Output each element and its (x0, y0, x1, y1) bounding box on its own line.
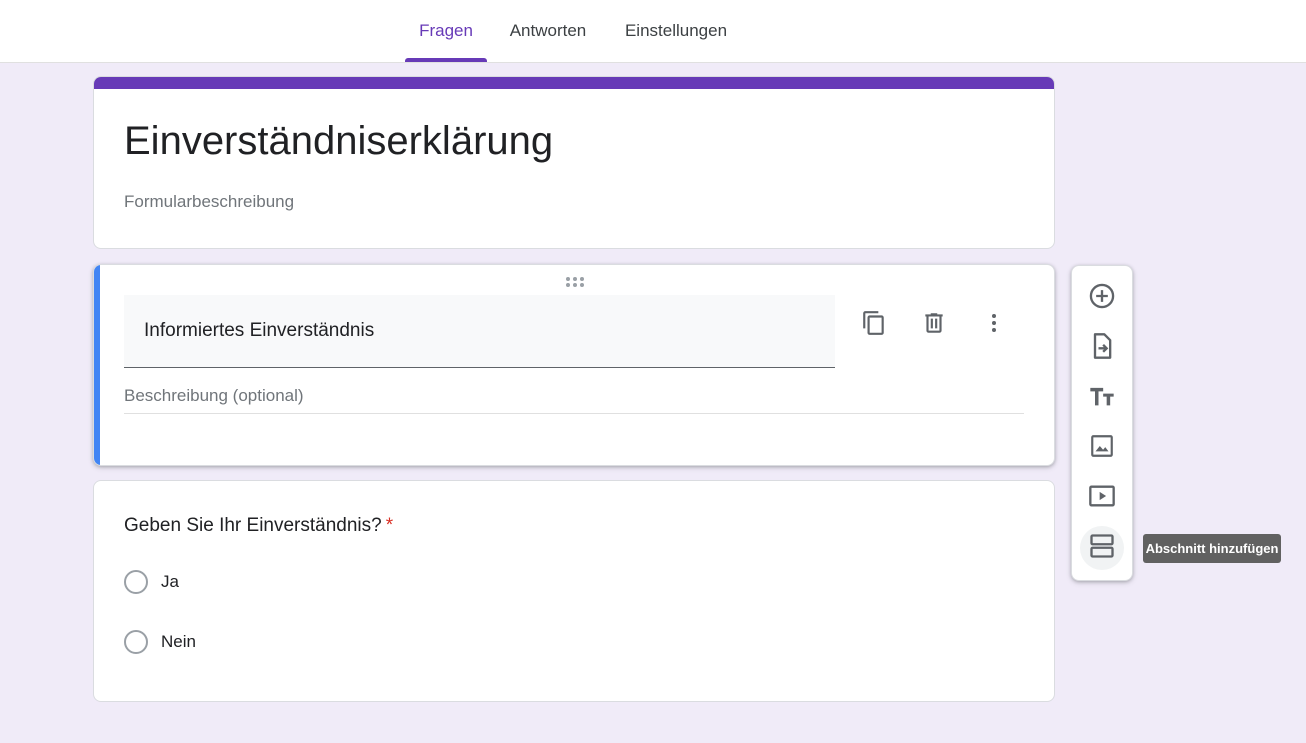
add-title-icon (1088, 382, 1116, 415)
form-title[interactable]: Einverständniserklärung (124, 117, 553, 165)
section-title-text: Informiertes Einverständnis (144, 320, 375, 341)
add-video-icon (1088, 482, 1116, 515)
option-label: Ja (161, 572, 179, 591)
add-video-button[interactable] (1082, 478, 1122, 518)
duplicate-icon (861, 310, 887, 341)
add-question-icon (1088, 282, 1116, 315)
add-title-button[interactable] (1082, 378, 1122, 418)
tooltip: Abschnitt hinzufügen (1143, 534, 1281, 563)
delete-icon (921, 310, 947, 341)
import-questions-button[interactable] (1082, 328, 1122, 368)
header-accent-bar (94, 77, 1054, 89)
more-vert-icon (982, 311, 1006, 340)
add-image-icon (1089, 433, 1115, 464)
form-description-field[interactable]: Formularbeschreibung (124, 192, 294, 212)
import-questions-icon (1088, 332, 1116, 365)
required-marker: * (385, 515, 394, 536)
add-image-button[interactable] (1082, 428, 1122, 468)
tab-antworten[interactable]: Antworten (497, 0, 599, 62)
radio-button[interactable] (124, 570, 148, 594)
drag-handle-icon[interactable] (565, 275, 585, 287)
duplicate-button[interactable] (854, 305, 894, 345)
radio-button[interactable] (124, 630, 148, 654)
question-title-text: Geben Sie Ihr Einverständnis? (124, 515, 382, 536)
section-description-placeholder: Beschreibung (optional) (124, 386, 304, 405)
active-tab-indicator (405, 58, 487, 62)
section-title-card: Informiertes Einverständnis Beschreibung… (93, 264, 1055, 466)
question-card[interactable]: Geben Sie Ihr Einverständnis? * Ja Nein (93, 480, 1055, 702)
more-options-button[interactable] (974, 305, 1014, 345)
floating-toolbar (1071, 265, 1133, 581)
top-tab-bar: Fragen Antworten Einstellungen (0, 0, 1306, 63)
tab-fragen[interactable]: Fragen (405, 0, 487, 62)
option-ja[interactable]: Ja (124, 570, 179, 594)
tab-einstellungen[interactable]: Einstellungen (612, 0, 740, 62)
section-description-input[interactable]: Beschreibung (optional) (124, 386, 1024, 414)
add-section-button[interactable] (1080, 526, 1124, 570)
active-item-indicator (94, 265, 100, 465)
option-nein[interactable]: Nein (124, 630, 196, 654)
add-question-button[interactable] (1082, 278, 1122, 318)
option-label: Nein (161, 632, 196, 651)
section-title-input[interactable]: Informiertes Einverständnis (124, 295, 835, 368)
add-section-icon (1088, 532, 1116, 565)
form-header-card: Einverständniserklärung Formularbeschrei… (93, 76, 1055, 249)
question-title: Geben Sie Ihr Einverständnis? * (124, 515, 393, 537)
delete-button[interactable] (914, 305, 954, 345)
